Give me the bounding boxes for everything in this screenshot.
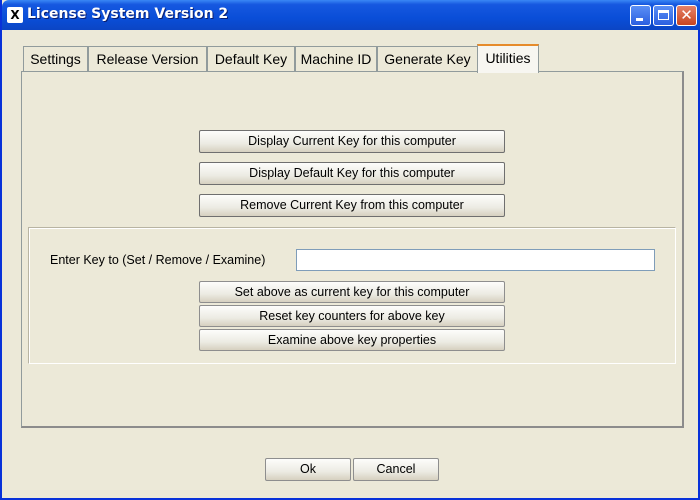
maximize-button[interactable] [653, 5, 674, 26]
title-bar[interactable]: X License System Version 2 ✕ [2, 0, 700, 30]
examine-key-properties-button[interactable]: Examine above key properties [199, 329, 505, 351]
reset-key-counters-button[interactable]: Reset key counters for above key [199, 305, 505, 327]
ok-button[interactable]: Ok [265, 458, 351, 481]
key-input[interactable] [296, 249, 655, 271]
cancel-button[interactable]: Cancel [353, 458, 439, 481]
close-icon: ✕ [680, 6, 693, 24]
display-default-key-button[interactable]: Display Default Key for this computer [199, 162, 505, 185]
tab-release-version[interactable]: Release Version [88, 46, 207, 72]
maximize-icon [658, 10, 669, 20]
minimize-button[interactable] [630, 5, 651, 26]
tab-generate-key[interactable]: Generate Key [377, 46, 478, 72]
minimize-icon [636, 18, 643, 21]
set-current-key-button[interactable]: Set above as current key for this comput… [199, 281, 505, 303]
tab-settings[interactable]: Settings [23, 46, 88, 72]
tab-default-key[interactable]: Default Key [207, 46, 295, 72]
tab-utilities[interactable]: Utilities [477, 44, 539, 73]
license-window: X License System Version 2 ✕ Settings Re… [0, 0, 700, 500]
remove-current-key-button[interactable]: Remove Current Key from this computer [199, 194, 505, 217]
app-icon: X [7, 7, 23, 23]
close-button[interactable]: ✕ [676, 5, 697, 26]
window-title: License System Version 2 [27, 6, 229, 22]
display-current-key-button[interactable]: Display Current Key for this computer [199, 130, 505, 153]
key-input-label: Enter Key to (Set / Remove / Examine) [50, 253, 266, 267]
tab-machine-id[interactable]: Machine ID [295, 46, 377, 72]
